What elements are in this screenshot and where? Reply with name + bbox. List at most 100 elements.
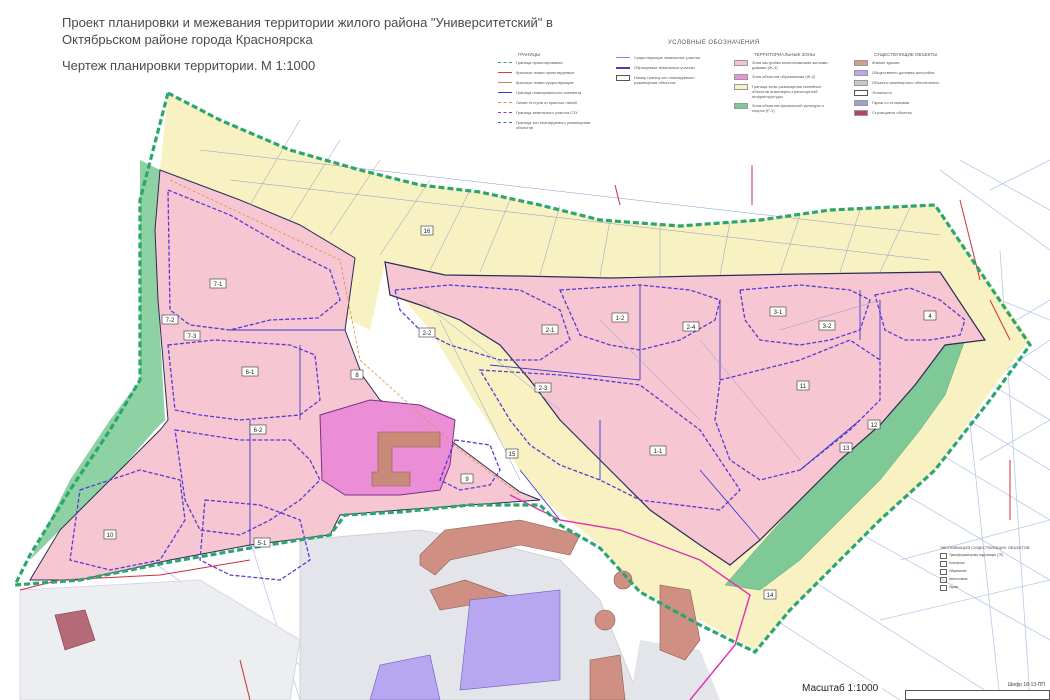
legend-swatch bbox=[734, 103, 748, 109]
legend-item: Линии отступа от красных линий bbox=[498, 100, 596, 106]
zone-label: 5-1 bbox=[258, 541, 267, 547]
legend-item: Красные линии проектируемые bbox=[498, 70, 596, 76]
legend-swatch bbox=[616, 67, 630, 71]
legend-heading: УСЛОВНЫЕ ОБОЗНАЧЕНИЯ bbox=[668, 40, 760, 46]
legend-item-label: Граница зон планируемого размещения объе… bbox=[516, 120, 591, 130]
legend-group-2: ТЕРРИТОРИАЛЬНЫЕ ЗОНЫ Зона застройки много… bbox=[734, 52, 832, 117]
legend-item-label: Зона объектов физической культуры и спор… bbox=[752, 103, 824, 113]
legend-swatch bbox=[854, 90, 868, 96]
legend-group-0: ГРАНИЦЫ Граница проектирования Красные лин… bbox=[498, 52, 596, 134]
legend-item-label: Гараж со стоянками bbox=[872, 100, 910, 105]
title-block: Шифр 18-13-ПП bbox=[905, 682, 1050, 700]
legend-item-label: Граница планировочного элемента bbox=[516, 90, 582, 95]
zone-label: 2-2 bbox=[423, 331, 432, 337]
legend-item: Образуемые земельные участки bbox=[616, 65, 714, 71]
legend-item-label: Зона объектов образования (Ж-2) bbox=[752, 74, 816, 79]
legend-item: Строящиеся объекты bbox=[854, 110, 952, 116]
legend-item: Граница проектирования bbox=[498, 60, 596, 66]
zone-label: 7-2 bbox=[166, 318, 175, 324]
coordination-row-label: Автостоянка bbox=[949, 577, 968, 581]
zone-label: 2-4 bbox=[687, 325, 696, 331]
legend-item-label: Граница зоны размещения линейных объекто… bbox=[752, 84, 822, 99]
legend-item-label: Граница земельного участка СЗУ bbox=[516, 110, 578, 115]
legend-swatch bbox=[734, 84, 748, 90]
zone-label: 6-2 bbox=[254, 428, 263, 434]
stamp-code: Шифр 18-13-ПП bbox=[1007, 682, 1045, 688]
legend-swatch bbox=[734, 60, 748, 66]
coordination-row-marker bbox=[940, 585, 947, 591]
zone-label: 2-1 bbox=[546, 328, 555, 334]
zone-label: 12 bbox=[871, 423, 878, 429]
legend-item-label: Жилые здания bbox=[872, 60, 900, 65]
coordination-row: Автостоянка bbox=[940, 577, 1032, 583]
legend-item: Этажность bbox=[854, 90, 952, 96]
coordination-table-heading: ЭКСПЛИКАЦИЯ СУЩЕСТВУЮЩИХ ОБЪЕКТОВ bbox=[940, 545, 1030, 550]
legend-swatch bbox=[498, 72, 512, 76]
legend-item: Зона застройки многоэтажными жилыми дома… bbox=[734, 60, 832, 70]
coordination-row-marker bbox=[940, 569, 947, 575]
legend-item-label: Объекты инженерного обеспечения bbox=[872, 80, 939, 85]
legend-swatch bbox=[498, 102, 512, 106]
legend-item: Общественно-деловая застройка bbox=[854, 70, 952, 76]
coordination-row-marker bbox=[940, 577, 947, 583]
legend-item: Граница зоны размещения линейных объекто… bbox=[734, 84, 832, 99]
legend-swatch bbox=[854, 80, 868, 86]
legend-item-label: Красные линии проектируемые bbox=[516, 70, 575, 75]
legend-item: Красные линии существующие bbox=[498, 80, 596, 86]
legend-swatch bbox=[498, 112, 512, 116]
coordination-row: Котельная bbox=[940, 561, 1032, 567]
legend-swatch bbox=[498, 122, 512, 126]
zone-label: 3-2 bbox=[823, 324, 832, 330]
legend-item: Жилые здания bbox=[854, 60, 952, 66]
zone-label: 7-1 bbox=[214, 282, 223, 288]
zone-label: 13 bbox=[843, 446, 850, 452]
legend-swatch bbox=[498, 82, 512, 86]
legend-item-label: Зона застройки многоэтажными жилыми дома… bbox=[752, 60, 828, 70]
coordination-row: Трансформаторная подстанция (ТП) bbox=[940, 553, 1032, 559]
legend-item-label: Этажность bbox=[872, 90, 892, 95]
legend-item: Гараж со стоянками bbox=[854, 100, 952, 106]
legend-item-label: Общественно-деловая застройка bbox=[872, 70, 935, 75]
legend-item-label: Линии отступа от красных линий bbox=[516, 100, 577, 105]
zone-label: 10 bbox=[107, 533, 114, 539]
zone-label: 15 bbox=[509, 452, 516, 458]
legend-item: Зона объектов физической культуры и спор… bbox=[734, 103, 832, 113]
zone-label: 11 bbox=[800, 384, 807, 390]
legend-group-header: ТЕРРИТОРИАЛЬНЫЕ ЗОНЫ bbox=[754, 52, 816, 57]
coordination-row: Общежитие bbox=[940, 569, 1032, 575]
zone-label: 14 bbox=[767, 593, 774, 599]
legend-item: Граница зон планируемого размещения объе… bbox=[498, 120, 596, 130]
legend-swatch bbox=[616, 75, 630, 81]
legend-swatch bbox=[498, 92, 512, 96]
coordination-row-label: Котельная bbox=[949, 561, 965, 565]
legend-group-3: СУЩЕСТВУЮЩИЕ ОБЪЕКТЫ Жилые здания Обществе… bbox=[854, 52, 952, 120]
coordination-row-label: Трансформаторная подстанция (ТП) bbox=[949, 553, 1004, 557]
legend-swatch bbox=[854, 60, 868, 66]
coordination-row-label: Гараж bbox=[949, 585, 958, 589]
legend-item: Номер границ зон планируемого размещения… bbox=[616, 75, 714, 85]
legend-swatch bbox=[854, 100, 868, 106]
legend-item: Зона объектов образования (Ж-2) bbox=[734, 74, 832, 80]
legend: УСЛОВНЫЕ ОБОЗНАЧЕНИЯ ГРАНИЦЫ Граница прое… bbox=[498, 40, 1050, 190]
legend-swatch bbox=[734, 74, 748, 80]
legend-item-label: Строящиеся объекты bbox=[872, 110, 912, 115]
legend-item-label: Красные линии существующие bbox=[516, 80, 574, 85]
legend-swatch bbox=[498, 62, 512, 66]
zone-label: 7-3 bbox=[188, 334, 197, 340]
legend-group-header: СУЩЕСТВУЮЩИЕ ОБЪЕКТЫ bbox=[874, 52, 938, 57]
zone-label: 3-1 bbox=[774, 310, 783, 316]
legend-item-label: Граница проектирования bbox=[516, 60, 563, 65]
legend-item: Объекты инженерного обеспечения bbox=[854, 80, 952, 86]
coordination-row-label: Общежитие bbox=[949, 569, 967, 573]
zone-label: 1-1 bbox=[654, 449, 663, 455]
legend-item: Существующие земельные участки bbox=[616, 55, 714, 61]
scale-label: Масштаб 1:1000 bbox=[798, 683, 883, 694]
zone-label: 6-1 bbox=[246, 370, 255, 376]
legend-swatch bbox=[616, 57, 630, 61]
legend-swatch bbox=[854, 70, 868, 76]
legend-group-header: ГРАНИЦЫ bbox=[518, 52, 540, 57]
coordination-row-marker bbox=[940, 553, 947, 559]
legend-item-label: Образуемые земельные участки bbox=[634, 65, 695, 70]
coordination-table: ЭКСПЛИКАЦИЯ СУЩЕСТВУЮЩИХ ОБЪЕКТОВ Трансф… bbox=[940, 545, 1032, 593]
legend-group-1: Существующие земельные участки Образуемые… bbox=[616, 52, 714, 89]
